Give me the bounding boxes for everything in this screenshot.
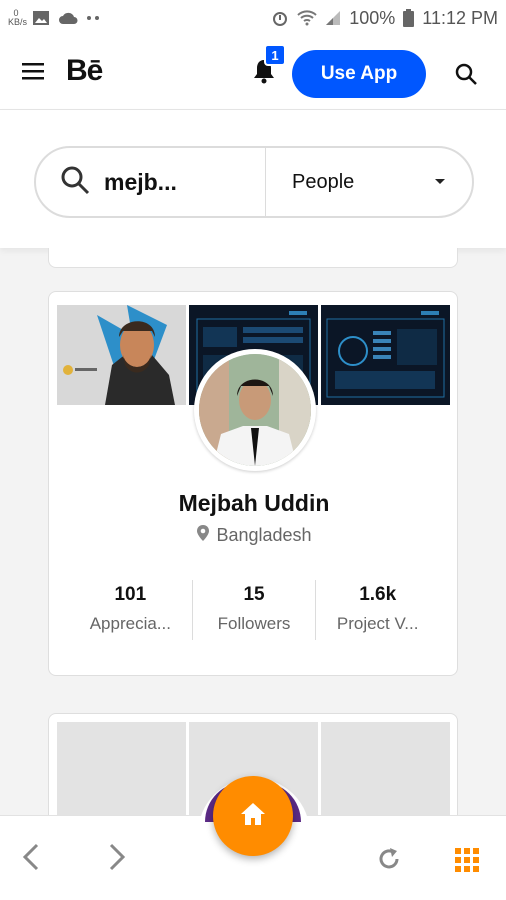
search-query: mejb... xyxy=(104,168,177,195)
avatar-photo xyxy=(199,354,311,466)
stat-project-views: 1.6k Project V... xyxy=(315,580,439,640)
battery-percent: 100% xyxy=(349,7,396,28)
avatar[interactable] xyxy=(194,349,316,471)
clock: 11:12 PM xyxy=(422,7,498,28)
stat-value: 1.6k xyxy=(359,584,397,605)
stat-value: 15 xyxy=(243,584,265,605)
back-arrow-icon[interactable] xyxy=(20,842,42,877)
home-icon xyxy=(239,801,267,832)
alarm-icon xyxy=(271,9,289,27)
search-type-label: People xyxy=(292,170,355,193)
search-icon[interactable] xyxy=(454,62,478,91)
network-speed-unit: KB/s xyxy=(8,17,28,27)
location-pin-icon xyxy=(196,524,210,547)
search-input[interactable]: mejb... xyxy=(36,148,266,216)
stat-label: Followers xyxy=(217,614,291,633)
profile-location: Bangladesh xyxy=(49,524,459,547)
project-thumbnail[interactable] xyxy=(57,305,186,405)
search-section: mejb... People xyxy=(0,110,506,248)
stat-label: Project V... xyxy=(336,614,419,633)
previous-card[interactable] xyxy=(48,248,458,268)
wifi-icon xyxy=(297,10,317,26)
project-thumbnail[interactable] xyxy=(321,305,450,405)
profile-stats: 101 Apprecia... 15 Followers 1.6k Projec… xyxy=(69,580,439,640)
status-bar: 0 KB/s 100% 11:12 PM xyxy=(0,0,506,36)
profile-card[interactable]: Mejbah Uddin Bangladesh 101 Apprecia... … xyxy=(48,291,458,676)
hamburger-menu-icon[interactable] xyxy=(22,62,44,85)
battery-icon xyxy=(403,9,415,27)
reload-icon[interactable] xyxy=(376,846,402,877)
stat-value: 101 xyxy=(114,584,147,605)
cloud-icon xyxy=(58,11,78,25)
grid-menu-icon[interactable] xyxy=(455,848,479,877)
search-type-dropdown[interactable]: People xyxy=(266,148,472,216)
behance-logo[interactable]: Bē xyxy=(66,54,103,88)
app-bar: Bē 1 Use App xyxy=(0,36,506,110)
signal-icon xyxy=(325,10,341,26)
network-speed: 0 KB/s xyxy=(8,9,28,27)
forward-arrow-icon[interactable] xyxy=(106,842,128,877)
stat-label: Apprecia... xyxy=(89,614,171,633)
search-icon xyxy=(60,165,90,200)
image-icon xyxy=(32,10,50,26)
more-dots-icon xyxy=(86,15,102,21)
location-text: Bangladesh xyxy=(216,525,312,545)
search-bar: mejb... People xyxy=(34,146,474,218)
stat-appreciations: 101 Apprecia... xyxy=(69,580,192,640)
use-app-button[interactable]: Use App xyxy=(292,50,426,98)
notification-badge: 1 xyxy=(264,44,286,66)
caret-down-icon xyxy=(434,173,446,191)
stat-followers: 15 Followers xyxy=(191,580,316,640)
home-button[interactable] xyxy=(213,776,293,856)
profile-name[interactable]: Mejbah Uddin xyxy=(49,490,459,517)
